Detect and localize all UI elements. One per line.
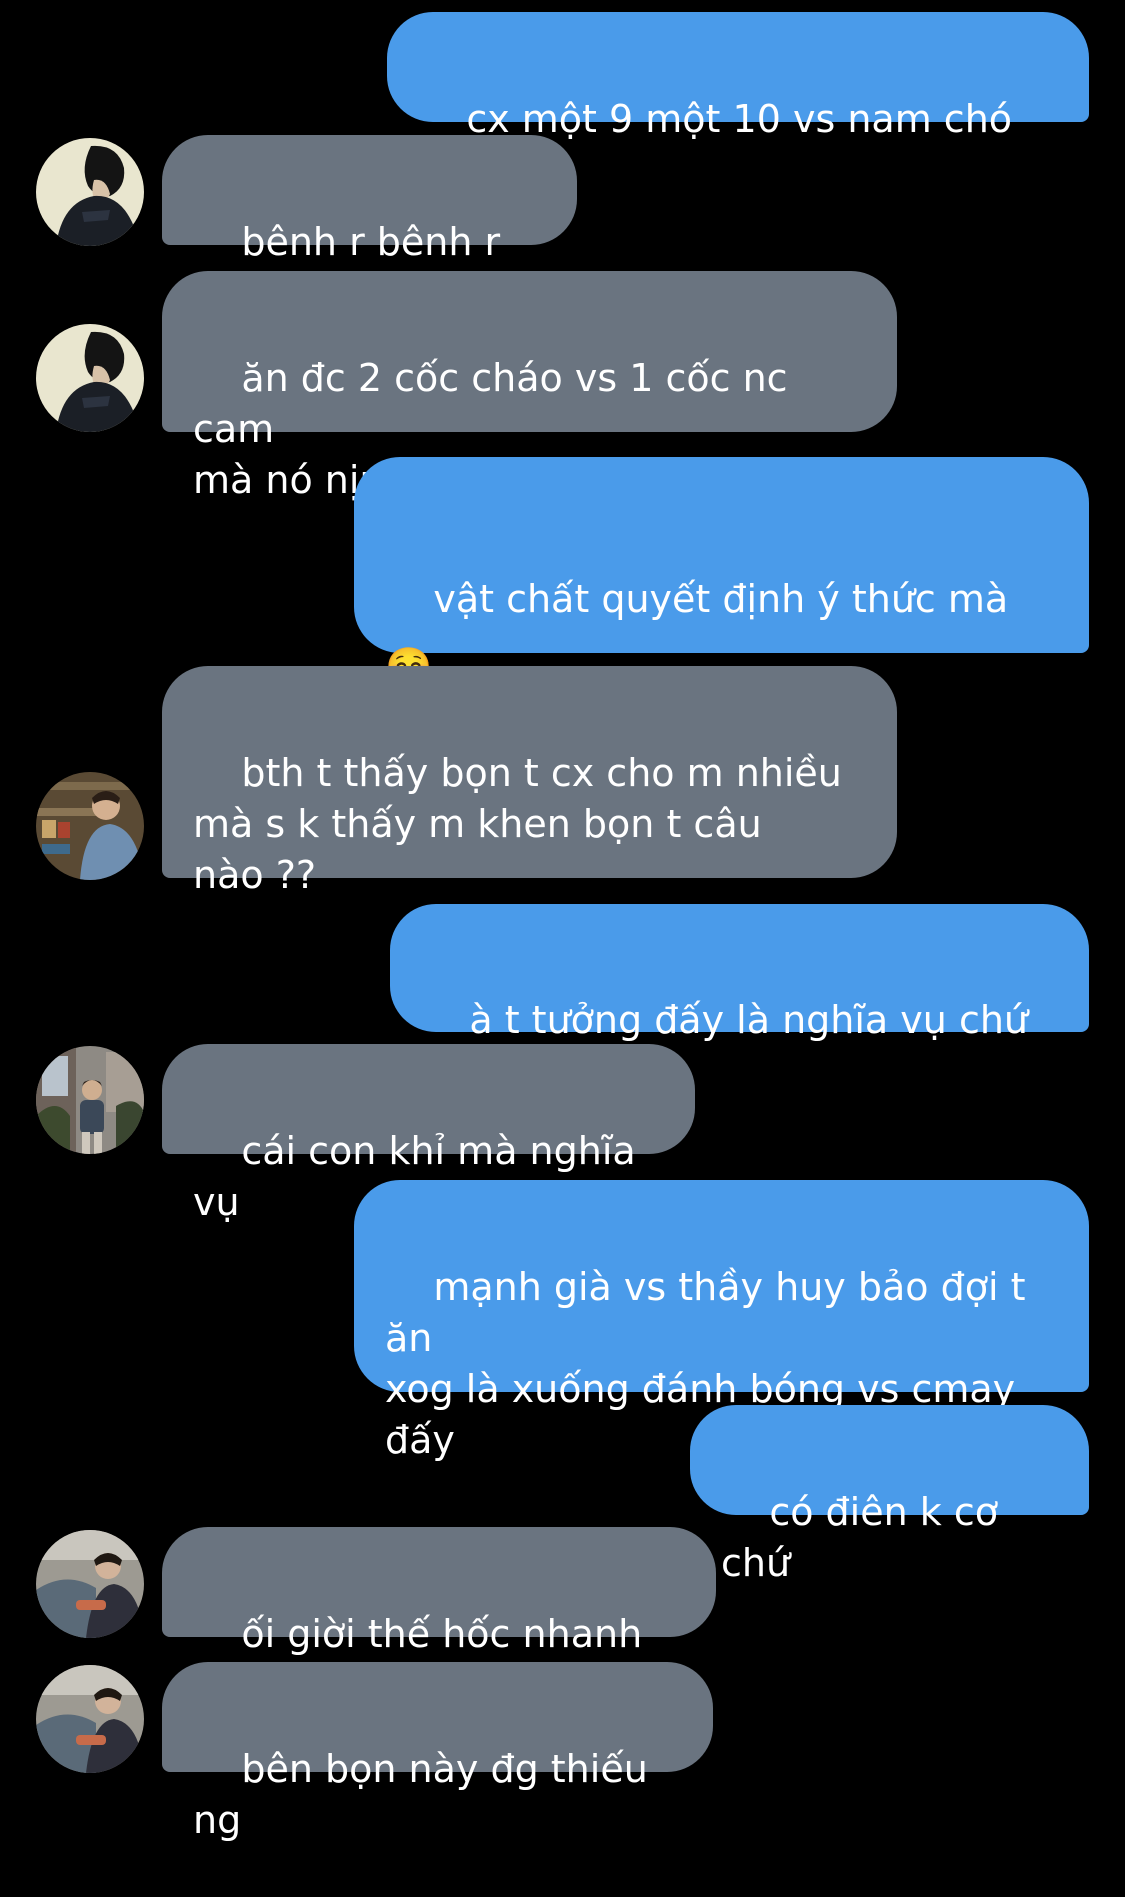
message-bubble[interactable]: à t tưởng đấy là nghĩa vụ chứ 🐵 [390,904,1089,1093]
message-bubble[interactable]: cái con khỉ mà nghĩa vụ [162,1044,695,1224]
avatar-icon[interactable] [36,1046,144,1154]
message-bubble[interactable]: cx một 9 một 10 vs nam chó đấy [387,12,1089,192]
message-bubble[interactable]: bên bọn này đg thiếu ng [162,1662,713,1842]
message-bubble[interactable]: có điên k cơ chứ [690,1405,1089,1585]
message-text: có điên k cơ chứ [721,1490,1011,1585]
message-bubble[interactable]: mạnh già vs thầy huy bảo đợi t ăn xog là… [354,1180,1089,1462]
avatar-icon[interactable] [36,1530,144,1638]
message-bubble[interactable]: bth t thấy bọn t cx cho m nhiều mà s k t… [162,666,897,897]
avatar-icon[interactable] [36,772,144,880]
message-bubble[interactable]: vật chất quyết định ý thức mà ☺️ ☺️ [354,457,1089,757]
avatar-icon[interactable] [36,138,144,246]
avatar-icon[interactable] [36,324,144,432]
message-bubble[interactable]: ối giời thế hốc nhanh lên [162,1527,716,1707]
message-text: bên bọn này đg thiếu ng [193,1747,660,1842]
message-text: bth t thấy bọn t cx cho m nhiều mà s k t… [193,751,842,897]
message-bubble[interactable]: bênh r bênh r =))) [162,135,577,315]
message-bubble[interactable]: ăn đc 2 cốc cháo vs 1 cốc nc cam mà nó n… [162,271,897,502]
avatar-icon[interactable] [36,1665,144,1773]
